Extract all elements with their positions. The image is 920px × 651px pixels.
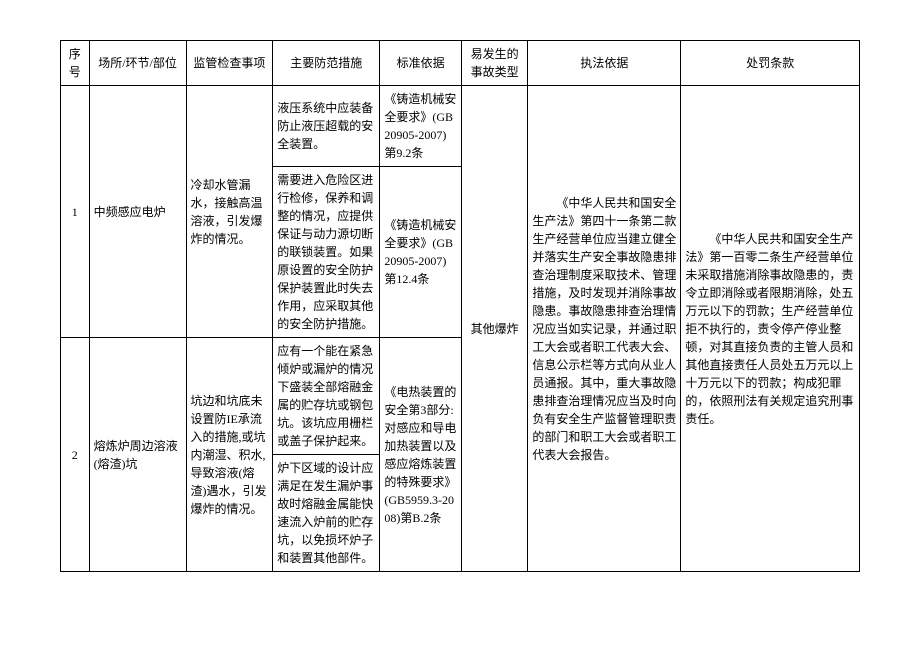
cell-check-1: 冷却水管漏水，接触高温溶液，引发爆炸的情况。 <box>186 86 273 338</box>
cell-seq-1: 1 <box>61 86 90 338</box>
header-check: 监管检查事项 <box>186 41 273 86</box>
table-row: 1 中频感应电炉 冷却水管漏水，接触高温溶液，引发爆炸的情况。 液压系统中应装备… <box>61 86 860 167</box>
regulation-table: 序号 场所/环节/部位 监管检查事项 主要防范措施 标准依据 易发生的事故类型 … <box>60 40 860 572</box>
cell-measure-1b: 需要进入危险区进行检修，保养和调整的情况，应提供保证与动力源切断的联锁装置。如果… <box>273 167 380 338</box>
cell-law: 《中华人民共和国安全生产法》第四十一条第二款生产经营单位应当建立健全并落实生产安… <box>528 86 681 572</box>
header-measure: 主要防范措施 <box>273 41 380 86</box>
cell-seq-2: 2 <box>61 338 90 572</box>
header-penalty: 处罚条款 <box>681 41 860 86</box>
header-seq: 序号 <box>61 41 90 86</box>
cell-standard-1a: 《铸造机械安全要求》(GB20905-2007)第9.2条 <box>380 86 462 167</box>
header-row: 序号 场所/环节/部位 监管检查事项 主要防范措施 标准依据 易发生的事故类型 … <box>61 41 860 86</box>
header-place: 场所/环节/部位 <box>89 41 186 86</box>
cell-standard-1b: 《铸造机械安全要求》(GB20905-2007)第12.4条 <box>380 167 462 338</box>
cell-measure-2a: 应有一个能在紧急倾炉或漏炉的情况下盛装全部熔融金属的贮存坑或钢包坑。该坑应用栅栏… <box>273 338 380 455</box>
header-accident: 易发生的事故类型 <box>462 41 528 86</box>
cell-accident: 其他爆炸 <box>462 86 528 572</box>
cell-standard-2: 《电热装置的安全第3部分:对感应和导电加热装置以及感应熔炼装置的特殊要求》(GB… <box>380 338 462 572</box>
cell-measure-1a: 液压系统中应装备防止液压超载的安全装置。 <box>273 86 380 167</box>
cell-check-2: 坑边和坑底未设置防IE承流入的措施,或坑内潮湿、积水,导致溶液(熔渣)遇水，引发… <box>186 338 273 572</box>
cell-penalty: 《中华人民共和国安全生产法》第一百零二条生产经营单位未采取措施消除事故隐患的，责… <box>681 86 860 572</box>
cell-measure-2b: 炉下区域的设计应满足在发生漏炉事故时熔融金属能快速流入炉前的贮存坑，以免损坏炉子… <box>273 455 380 572</box>
header-standard: 标准依据 <box>380 41 462 86</box>
cell-place-1: 中频感应电炉 <box>89 86 186 338</box>
header-law: 执法依据 <box>528 41 681 86</box>
cell-place-2: 熔炼炉周边溶液(熔渣)坑 <box>89 338 186 572</box>
